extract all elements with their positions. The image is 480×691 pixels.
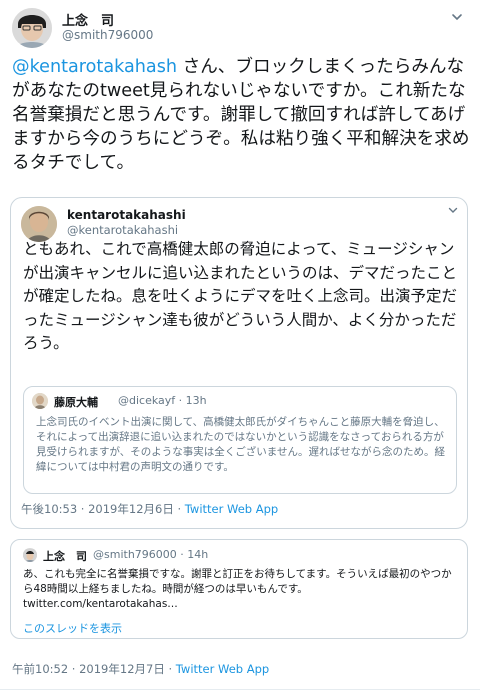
quoted-author-handle[interactable]: @kentarotakahashi [67,223,178,237]
show-thread-link[interactable]: このスレッドを表示 [23,620,122,636]
reply-text: あ、これも完全に名誉棄損ですな。謝罪と訂正をお待ちしてます。そういえば最初のやつ… [23,567,459,612]
tweet-text: @kentarotakahash さん、ブロックしまくったらみんながあなたのtw… [12,55,472,175]
quoted-tweet[interactable]: kentarotakahashi @kentarotakahashi ともあれ、… [10,197,468,529]
avatar[interactable] [21,206,57,242]
reply-body: あ、これも完全に名誉棄損ですな。謝罪と訂正をお待ちしてます。そういえば最初のやつ… [23,568,452,595]
inner-quoted-tweet[interactable]: 藤原大輔 @dicekayf · 13h 上念司氏のイベント出演に関して、高橋健… [23,386,457,494]
inner-author-name[interactable]: 藤原大輔 [54,394,98,410]
inner-author-meta[interactable]: @dicekayf · 13h [118,394,207,407]
quoted-source[interactable]: Twitter Web App [185,502,278,516]
tweet-time[interactable]: 午前10:52 · 2019年12月7日 [12,662,165,676]
reply-author-name[interactable]: 上念 司 [43,548,87,564]
quoted-timestamp: 午後10:53 · 2019年12月6日 · Twitter Web App [21,501,278,517]
separator: · [164,662,176,676]
chevron-down-icon[interactable] [447,204,459,216]
chevron-down-icon[interactable] [450,10,464,24]
reply-link[interactable]: twitter.com/kentarotakahas… [23,598,178,610]
separator: · [173,502,185,516]
tweet-footer: 午前10:52 · 2019年12月7日 · Twitter Web App [12,661,269,677]
avatar[interactable] [12,8,52,48]
quoted-time[interactable]: 午後10:53 · 2019年12月6日 [21,502,174,516]
quoted-author-name[interactable]: kentarotakahashi [67,208,186,222]
avatar[interactable] [32,393,48,409]
mention-link[interactable]: @kentarotakahash [12,57,177,77]
quoted-text: ともあれ、これで高橋健太郎の脅迫によって、ミュージシャンが出演キャンセルに追い込… [23,240,458,352]
author-name[interactable]: 上念 司 [62,10,114,29]
reply-quoted-tweet[interactable]: 上念 司 @smith796000 · 14h あ、これも完全に名誉棄損ですな。… [10,539,468,639]
tweet-source[interactable]: Twitter Web App [176,662,269,676]
reply-author-meta[interactable]: @smith796000 · 14h [93,548,208,561]
inner-quoted-text: 上念司氏のイベント出演に関して、高橋健太郎氏がダイちゃんこと藤原大輔を脅迫し、そ… [36,416,445,473]
tweet-header: 上念 司 @smith796000 [12,8,468,48]
divider [0,689,480,690]
author-handle[interactable]: @smith796000 [62,28,153,42]
avatar[interactable] [23,548,37,562]
